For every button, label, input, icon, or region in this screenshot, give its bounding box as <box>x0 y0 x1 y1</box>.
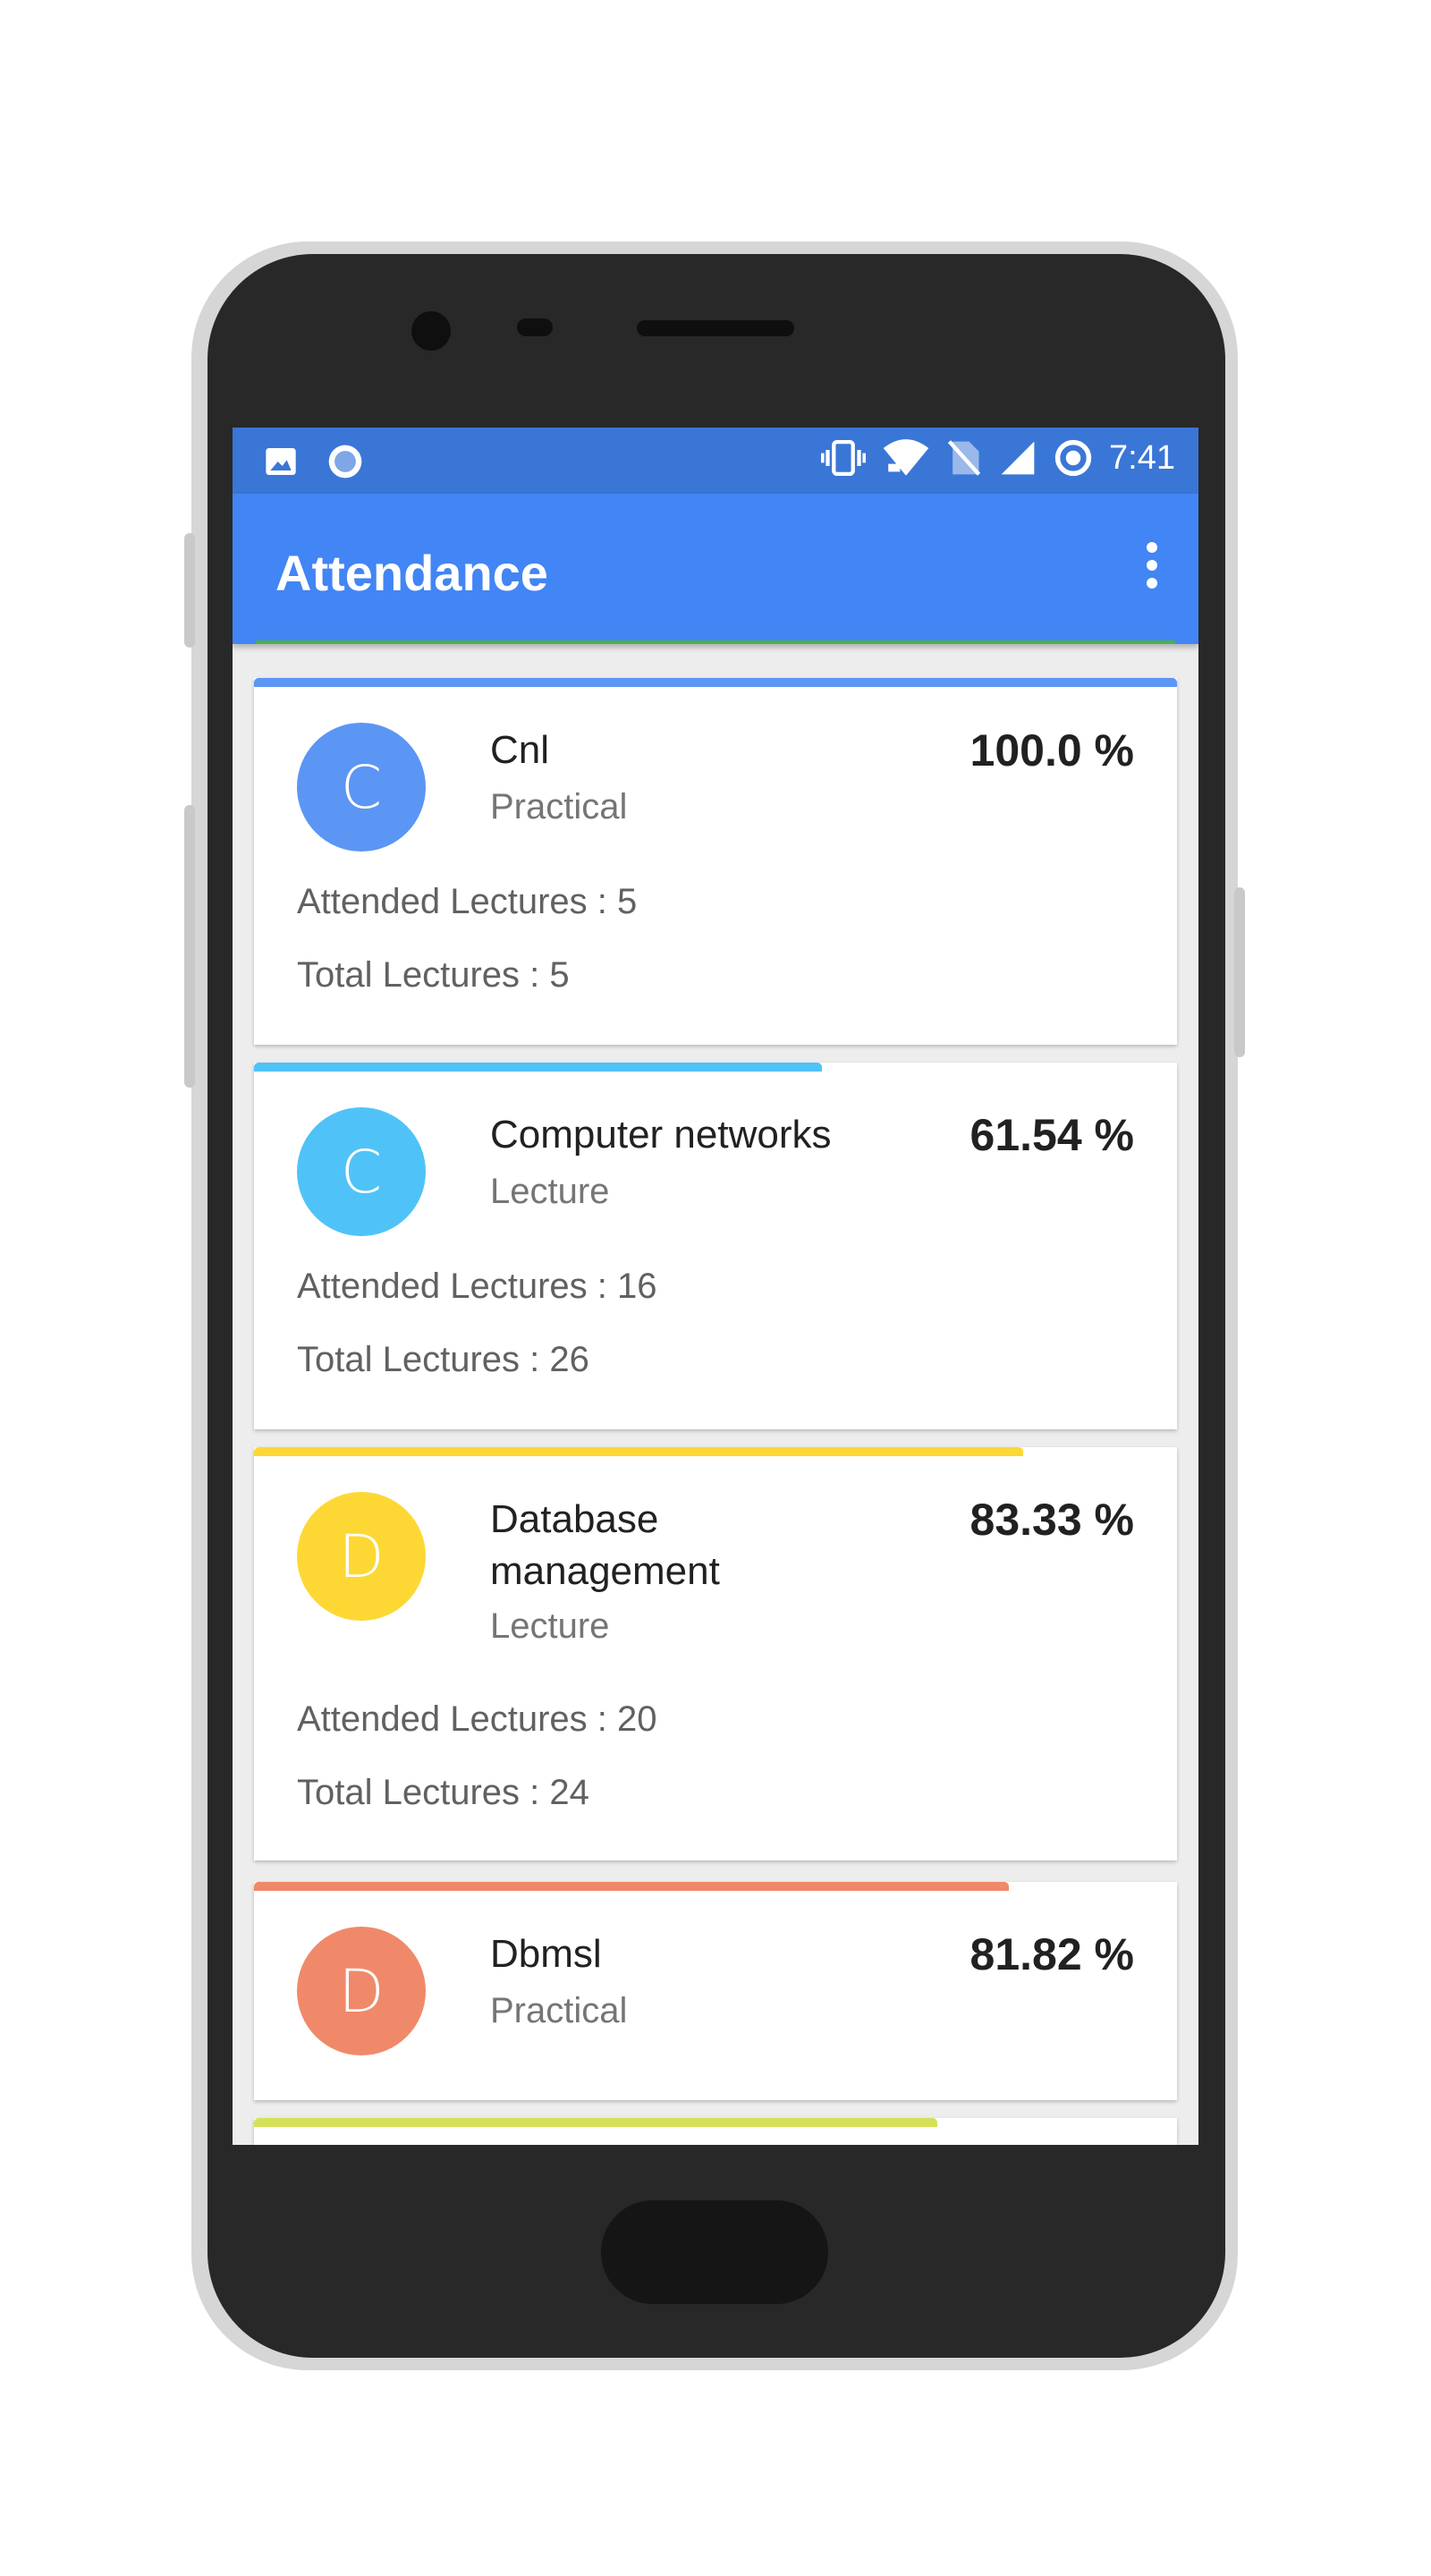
subject-card[interactable]: D Database management Lecture 83.33 % At… <box>254 1447 1177 1860</box>
attendance-progress-bar <box>254 2118 937 2127</box>
attendance-percent: 83.33 % <box>970 1495 1134 1545</box>
status-time: 7:41 <box>1109 438 1175 477</box>
subject-card[interactable]: C Computer networks Lecture 61.54 % Atte… <box>254 1063 1177 1429</box>
proximity-sensor <box>517 318 553 336</box>
attendance-progress-bar <box>254 1882 1010 1891</box>
location-icon <box>1054 439 1092 477</box>
appbar-divider <box>256 640 1175 644</box>
image-icon <box>266 448 296 475</box>
attendance-percent: 100.0 % <box>970 725 1134 775</box>
total-lectures: Total Lectures : 24 <box>297 1773 589 1812</box>
subject-avatar: D <box>297 1927 426 2055</box>
status-bar: 7:41 <box>233 428 1198 494</box>
record-icon <box>328 445 362 479</box>
attended-lectures: Attended Lectures : 5 <box>297 882 638 921</box>
volume-up-button <box>184 533 195 648</box>
app-title: Attendance <box>275 545 548 601</box>
vibrate-icon <box>821 440 867 476</box>
front-camera <box>411 311 451 351</box>
attended-lectures: Attended Lectures : 16 <box>297 1267 657 1306</box>
subject-avatar: D <box>297 1492 426 1621</box>
subject-avatar: C <box>297 723 426 852</box>
attended-lectures: Attended Lectures : 20 <box>297 1699 657 1739</box>
more-vert-icon[interactable] <box>1134 542 1170 596</box>
subject-name: Cnl <box>490 728 550 772</box>
home-button[interactable] <box>601 2200 828 2304</box>
screen: 7:41 Attendance C Cnl Practical 100.0 % … <box>233 428 1198 2145</box>
attendance-progress-bar <box>254 1063 823 1072</box>
subject-card[interactable]: D Dbmsl Practical 81.82 % <box>254 1882 1177 2100</box>
subject-type: Practical <box>490 787 628 826</box>
subject-avatar: C <box>297 1107 426 1236</box>
attendance-progress-bar <box>254 678 1177 687</box>
total-lectures: Total Lectures : 5 <box>297 955 570 995</box>
subject-type: Lecture <box>490 1172 610 1211</box>
subject-type: Practical <box>490 1991 628 2030</box>
volume-down-button <box>184 805 195 1088</box>
no-sim-icon <box>947 440 981 476</box>
app-bar: Attendance <box>233 494 1198 644</box>
attendance-percent: 61.54 % <box>970 1110 1134 1160</box>
attendance-percent: 81.82 % <box>970 1929 1134 1979</box>
earpiece-speaker <box>637 320 794 336</box>
total-lectures: Total Lectures : 26 <box>297 1340 589 1379</box>
signal-icon <box>1001 441 1035 475</box>
wifi-icon <box>883 439 929 476</box>
subject-card[interactable]: C Cnl Practical 100.0 % Attended Lecture… <box>254 678 1177 1045</box>
subject-card[interactable] <box>254 2118 1177 2145</box>
attendance-progress-bar <box>254 1447 1023 1456</box>
subject-name: Database management <box>490 1497 720 1593</box>
subject-name: Dbmsl <box>490 1932 602 1976</box>
power-button <box>1234 887 1245 1057</box>
subject-name: Computer networks <box>490 1113 832 1157</box>
subject-type: Lecture <box>490 1606 610 1646</box>
